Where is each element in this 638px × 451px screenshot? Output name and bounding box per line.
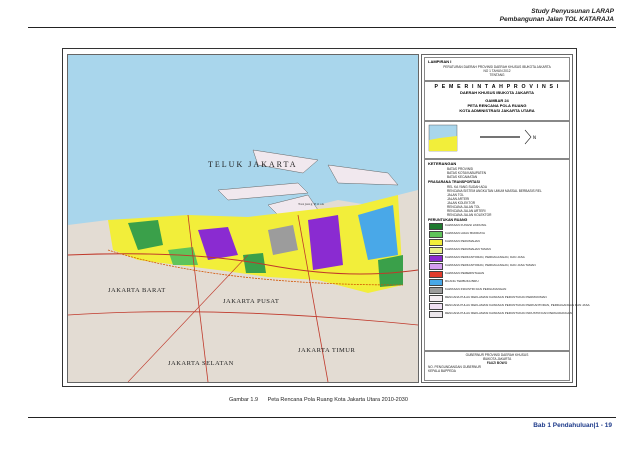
- landuse-label: KAWASAN PERUMAHAN: [445, 239, 480, 243]
- keterangan-box: KETERANGAN BATAS PROVINSI BATAS KOTA/KAB…: [424, 159, 590, 351]
- peruntukan-heading: PERUNTUKAN RUANG: [428, 218, 468, 222]
- batas-item: BATAS KECAMATAN: [447, 175, 478, 179]
- prasarana-heading: PRASARANA TRANSPORTASI: [428, 180, 480, 184]
- header-line2: Pembangunan Jalan TOL KATARAJA: [499, 16, 614, 23]
- document-header: Study Penyusunan LARAP Pembangunan Jalan…: [500, 8, 614, 24]
- perda-line: TENTANG: [489, 73, 505, 77]
- landuse-swatch: [429, 239, 443, 246]
- keterangan-heading: KETERANGAN: [428, 161, 457, 166]
- landuse-swatch: [429, 255, 443, 262]
- bottom-row: KEPALA BAPPEDA: [428, 369, 456, 373]
- page-footer: Bab 1 Pendahuluan|1 - 19: [533, 422, 612, 429]
- landuse-swatch: [429, 287, 443, 294]
- landuse-swatch: [429, 247, 443, 254]
- landuse-swatch: [429, 303, 443, 310]
- area-label-pusat: JAKARTA PUSAT: [223, 298, 280, 305]
- title-box: P E M E R I N T A H P R O V I N S I DAER…: [424, 81, 570, 121]
- lampiran-label: LAMPIRAN I: [428, 59, 452, 64]
- signature-box: GUBERNUR PROVINSI DAERAH KHUSUS IBUKOTA …: [424, 351, 570, 381]
- inset-map: N: [428, 124, 536, 152]
- landuse-label: RENCANA PULAU REKLAMASI KAWASAN PERUNTUK…: [445, 303, 590, 307]
- kota-title: KOTA ADMINISTRASI JAKARTA UTARA: [459, 108, 535, 113]
- landuse-swatch: [429, 279, 443, 286]
- area-label-timur: JAKARTA TIMUR: [298, 347, 356, 354]
- header-line1: Study Penyusunan LARAP: [531, 8, 614, 15]
- landuse-label: KAWASAN FUNGSI LINDUNG: [445, 223, 487, 227]
- map-legend: LAMPIRAN I PERATURAN DAERAH PROVINSI DAE…: [421, 54, 590, 383]
- area-label-selatan: JAKARTA SELATAN: [168, 360, 234, 367]
- green-zone: [378, 255, 403, 287]
- landuse-label: RUANG TERBUKA BIRU: [445, 279, 479, 283]
- sea-label: TELUK JAKARTA: [208, 160, 298, 169]
- svg-text:N: N: [533, 135, 536, 140]
- landuse-swatch: [429, 311, 443, 318]
- landuse-label: KAWASAN PERUMAHAN TAMAN: [445, 247, 491, 251]
- landuse-list: KAWASAN FUNGSI LINDUNG KAWASAN HIJAU BUDI…: [425, 223, 590, 323]
- inset-box: N: [424, 121, 570, 159]
- map-figure: TELUK JAKARTA JAKARTA BARAT JAKARTA PUSA…: [62, 48, 590, 387]
- landuse-label: KAWASAN INDUSTRI DAN PERGUDANGAN: [445, 287, 507, 291]
- landuse-swatch: [429, 295, 443, 302]
- landuse-swatch: [429, 271, 443, 278]
- header-rule: [28, 27, 616, 28]
- landuse-label: KAWASAN PERKANTORAN, PERDAGANGAN, DAN JA…: [445, 255, 525, 259]
- area-label-barat: JAKARTA BARAT: [108, 287, 166, 294]
- caption-text: Peta Rencana Pola Ruang Kota Jakarta Uta…: [267, 397, 408, 403]
- caption-number: Gambar 1.9: [229, 397, 259, 403]
- commercial-zone: [308, 215, 343, 270]
- map-graphic: [68, 55, 418, 382]
- landuse-label: KAWASAN PEMERINTAHAN: [445, 271, 485, 275]
- prasarana-item: RENCANA JALAN KOLEKTOR: [447, 213, 492, 217]
- industrial-zone: [268, 225, 298, 255]
- map-area: TELUK JAKARTA JAKARTA BARAT JAKARTA PUSA…: [67, 54, 419, 383]
- landuse-swatch: [429, 263, 443, 270]
- port-label: Tanjung Priok: [298, 202, 325, 206]
- landuse-label: KAWASAN HIJAU BUDIDAYA: [445, 231, 486, 235]
- lampiran-box: LAMPIRAN I PERATURAN DAERAH PROVINSI DAE…: [424, 57, 570, 81]
- landuse-swatch: [429, 231, 443, 238]
- landuse-swatch: [429, 223, 443, 230]
- dki-title: DAERAH KHUSUS IBUKOTA JAKARTA: [460, 90, 534, 95]
- landuse-label: RENCANA PULAU REKLAMASI KAWASAN PERUNTUK…: [445, 295, 547, 299]
- figure-caption: Gambar 1.9 Peta Rencana Pola Ruang Kota …: [229, 397, 408, 403]
- landuse-label: RENCANA PULAU REKLAMASI KAWASAN PERUNTUK…: [445, 311, 572, 315]
- footer-rule: [28, 417, 616, 418]
- landuse-label: KAWASAN PERKANTORAN, PERDAGANGAN, DAN JA…: [445, 263, 536, 267]
